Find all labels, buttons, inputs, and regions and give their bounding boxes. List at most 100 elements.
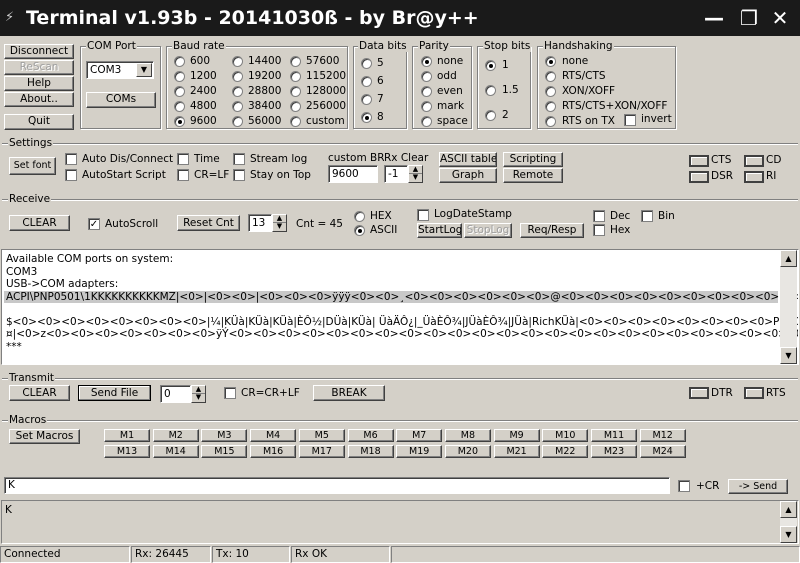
reset-cnt-button[interactable]: Reset Cnt: [177, 215, 240, 231]
cnt-spinner[interactable]: ▲ ▼: [272, 214, 287, 232]
handshaking-radio-3[interactable]: [545, 101, 556, 112]
disconnect-button[interactable]: Disconnect: [4, 44, 74, 59]
scroll-down-icon[interactable]: ▼: [780, 347, 797, 364]
ascii-table-button[interactable]: ASCII table: [439, 152, 497, 167]
stop-bits-radio-1.5[interactable]: [485, 85, 496, 96]
dtr-indicator[interactable]: [689, 387, 709, 399]
baud-radio-14400[interactable]: [232, 56, 243, 67]
set-font-button[interactable]: Set font: [9, 157, 56, 175]
data-bits-radio-5[interactable]: [361, 58, 372, 69]
macro-button-m17[interactable]: M17: [298, 445, 345, 458]
autostart-script-checkbox[interactable]: [65, 169, 77, 181]
baud-radio-256000[interactable]: [290, 101, 301, 112]
handshaking-radio-1[interactable]: [545, 71, 556, 82]
bin-checkbox[interactable]: [641, 210, 653, 222]
time-checkbox[interactable]: [177, 153, 189, 165]
handshaking-radio-0[interactable]: [545, 56, 556, 67]
transmit-spinner[interactable]: ▲ ▼: [191, 385, 206, 403]
minimize-button[interactable]: —: [701, 5, 727, 31]
coms-button[interactable]: COMs: [86, 92, 156, 108]
dec-checkbox[interactable]: [593, 210, 605, 222]
maximize-button[interactable]: ❐: [736, 5, 762, 31]
macro-button-m4[interactable]: M4: [250, 429, 297, 442]
auto-dis-connect-checkbox[interactable]: [65, 153, 77, 165]
parity-radio-none[interactable]: [421, 56, 432, 67]
ascii-radio[interactable]: [354, 225, 365, 236]
rx-clear-input[interactable]: -1: [384, 165, 408, 183]
send-input[interactable]: K: [4, 477, 670, 494]
baud-radio-19200[interactable]: [232, 71, 243, 82]
remote-button[interactable]: Remote: [503, 168, 563, 183]
about-button[interactable]: About..: [4, 92, 74, 107]
req-resp-button[interactable]: Req/Resp: [520, 223, 584, 238]
transmit-scrollbar[interactable]: ▲ ▼: [780, 501, 797, 543]
graph-button[interactable]: Graph: [439, 168, 497, 183]
macro-button-m3[interactable]: M3: [201, 429, 248, 442]
chevron-down-icon[interactable]: ▼: [136, 63, 152, 77]
macro-button-m8[interactable]: M8: [444, 429, 491, 442]
tx-scroll-up-icon[interactable]: ▲: [780, 501, 797, 518]
baud-radio-128000[interactable]: [290, 86, 301, 97]
macro-button-m24[interactable]: M24: [639, 445, 686, 458]
parity-radio-odd[interactable]: [421, 71, 432, 82]
custom-br-input[interactable]: 9600: [328, 165, 378, 183]
baud-radio-2400[interactable]: [174, 86, 185, 97]
macro-button-m16[interactable]: M16: [250, 445, 297, 458]
macro-button-m12[interactable]: M12: [639, 429, 686, 442]
invert-checkbox[interactable]: [624, 114, 636, 126]
transmit-clear-button[interactable]: CLEAR: [9, 385, 70, 401]
stop-bits-radio-1[interactable]: [485, 60, 496, 71]
break-button[interactable]: BREAK: [313, 385, 385, 401]
data-bits-radio-8[interactable]: [361, 112, 372, 123]
macro-button-m14[interactable]: M14: [152, 445, 199, 458]
data-bits-radio-7[interactable]: [361, 94, 372, 105]
receive-clear-button[interactable]: CLEAR: [9, 215, 70, 231]
macro-button-m22[interactable]: M22: [542, 445, 589, 458]
baud-radio-4800[interactable]: [174, 101, 185, 112]
cr-crlf-checkbox[interactable]: [224, 387, 236, 399]
baud-radio-56000[interactable]: [232, 116, 243, 127]
send-button[interactable]: -> Send: [728, 479, 788, 494]
baud-radio-38400[interactable]: [232, 101, 243, 112]
macro-button-m7[interactable]: M7: [396, 429, 443, 442]
macro-button-m23[interactable]: M23: [591, 445, 637, 458]
tx-scroll-down-icon[interactable]: ▼: [780, 526, 797, 543]
stream-log-checkbox[interactable]: [233, 153, 245, 165]
macro-button-m9[interactable]: M9: [493, 429, 540, 442]
baud-radio-28800[interactable]: [232, 86, 243, 97]
cr-lf-checkbox[interactable]: [177, 169, 189, 181]
macro-button-m18[interactable]: M18: [347, 445, 394, 458]
receive-textarea[interactable]: Available COM ports on system: COM3 USB->C…: [1, 249, 799, 365]
baud-radio-custom[interactable]: [290, 116, 301, 127]
receive-scrollbar[interactable]: ▲ ▼: [780, 250, 797, 364]
quit-button[interactable]: Quit: [4, 114, 74, 130]
macro-button-m19[interactable]: M19: [396, 445, 443, 458]
close-button[interactable]: ✕: [767, 5, 793, 31]
rx-clear-spinner[interactable]: ▲ ▼: [408, 165, 423, 183]
start-log-button[interactable]: StartLog: [417, 223, 462, 238]
hex-radio[interactable]: [354, 211, 365, 222]
macro-button-m13[interactable]: M13: [104, 445, 150, 458]
baud-radio-1200[interactable]: [174, 71, 185, 82]
com-port-select[interactable]: COM3 ▼: [86, 61, 154, 79]
macro-button-m2[interactable]: M2: [152, 429, 199, 442]
autoscroll-checkbox[interactable]: ✓: [88, 218, 100, 230]
transmit-spin-input[interactable]: 0: [160, 385, 191, 403]
macro-button-m6[interactable]: M6: [347, 429, 394, 442]
plus-cr-checkbox[interactable]: [678, 480, 690, 492]
macro-button-m15[interactable]: M15: [201, 445, 248, 458]
macro-button-m21[interactable]: M21: [493, 445, 540, 458]
macro-button-m1[interactable]: M1: [104, 429, 150, 442]
handshaking-radio-4[interactable]: [545, 116, 556, 127]
scroll-up-icon[interactable]: ▲: [780, 250, 797, 267]
log-date-stamp-checkbox[interactable]: [417, 209, 429, 221]
macro-button-m10[interactable]: M10: [542, 429, 589, 442]
scripting-button[interactable]: Scripting: [503, 152, 563, 167]
help-button[interactable]: Help: [4, 76, 74, 91]
parity-radio-space[interactable]: [421, 116, 432, 127]
send-file-button[interactable]: Send File: [78, 385, 151, 401]
baud-radio-115200[interactable]: [290, 71, 301, 82]
macro-button-m20[interactable]: M20: [444, 445, 491, 458]
rts-indicator[interactable]: [744, 387, 764, 399]
rescan-button[interactable]: ReScan: [4, 60, 74, 75]
